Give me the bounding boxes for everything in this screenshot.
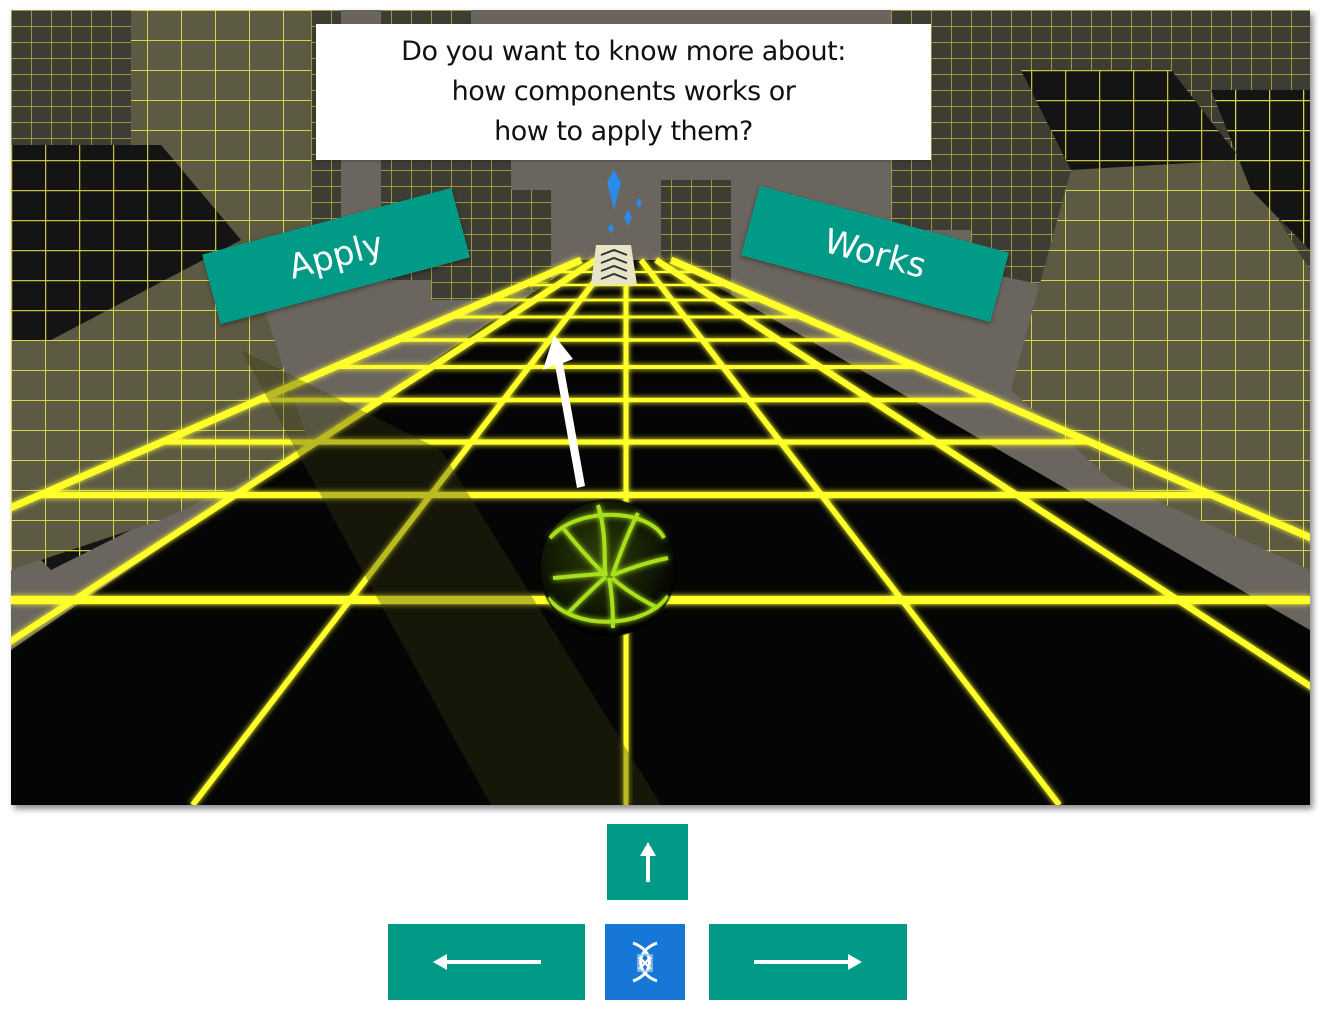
question-line-3: how to apply them? [494, 116, 753, 147]
game-viewport[interactable]: Do you want to know more about: how comp… [11, 10, 1310, 805]
works-sign-label: Works [819, 221, 931, 287]
question-line-1: Do you want to know more about: [401, 36, 846, 67]
move-up-button[interactable] [607, 824, 688, 900]
question-box: Do you want to know more about: how comp… [316, 24, 931, 160]
arrow-up-icon [639, 842, 656, 882]
reset-icon [632, 941, 658, 983]
arrow-right-icon [754, 954, 862, 970]
move-left-button[interactable] [388, 924, 585, 1000]
reset-button[interactable] [605, 924, 685, 1000]
question-line-2: how components works or [451, 76, 796, 107]
arrow-left-icon [432, 954, 541, 970]
apply-sign-label: Apply [284, 224, 388, 288]
move-right-button[interactable] [709, 924, 907, 1000]
ball [539, 499, 677, 637]
